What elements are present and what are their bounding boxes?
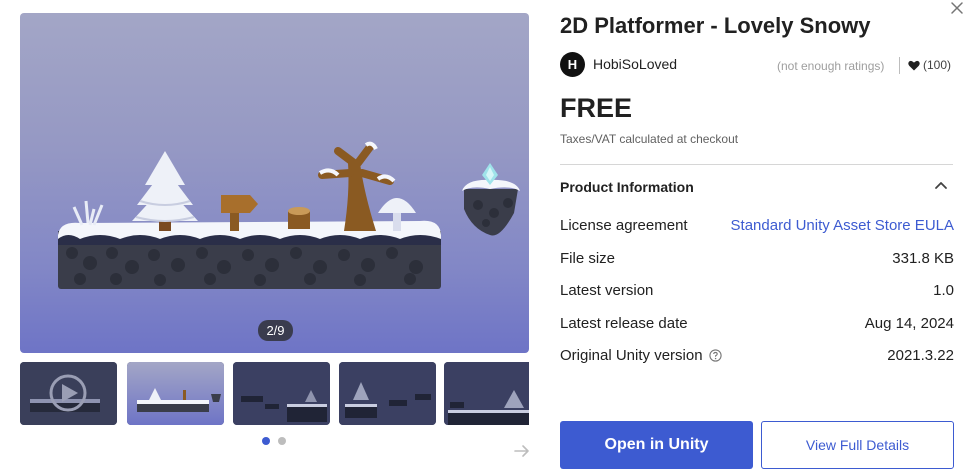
favorites-count[interactable]: (100) [908, 58, 951, 72]
info-row-latest-version: Latest version 1.0 [560, 282, 954, 302]
info-key: Original Unity version [560, 347, 703, 364]
arrow-right-icon[interactable] [513, 442, 531, 460]
thumbnail-screenshot-5[interactable] [444, 362, 529, 425]
image-counter: 2/9 [258, 320, 293, 341]
open-in-unity-button[interactable]: Open in Unity [560, 421, 753, 469]
info-row-license: License agreement Standard Unity Asset S… [560, 217, 954, 237]
favorites-label: (100) [923, 58, 952, 72]
rating-divider [899, 57, 900, 74]
info-value: 2021.3.22 [887, 347, 954, 364]
info-key: File size [560, 250, 616, 267]
license-link[interactable]: Standard Unity Asset Store EULA [731, 217, 954, 234]
help-circle-icon[interactable] [708, 349, 722, 362]
tax-note: Taxes/VAT calculated at checkout [560, 132, 739, 146]
info-value: 1.0 [933, 282, 954, 299]
thumbnail-screenshot-4[interactable] [339, 362, 436, 425]
thumbnail-screenshot-2[interactable] [127, 362, 224, 425]
info-row-file-size: File size 331.8 KB [560, 250, 954, 270]
heart-icon [908, 60, 920, 70]
page-dot-2[interactable] [278, 437, 286, 445]
thumbnail-strip[interactable] [20, 362, 529, 425]
page-dot-1[interactable] [262, 437, 270, 445]
info-key: Latest version [560, 282, 654, 299]
product-info-heading[interactable]: Product Information [560, 179, 694, 195]
price-label: FREE [560, 93, 633, 123]
close-icon[interactable] [949, 0, 965, 16]
product-title: 2D Platformer - Lovely Snowy [560, 13, 871, 38]
main-preview-image[interactable]: 2/9 [20, 13, 529, 353]
chevron-up-icon[interactable] [934, 180, 948, 190]
info-value: Aug 14, 2024 [864, 315, 954, 332]
ratings-text: (not enough ratings) [777, 59, 885, 73]
view-full-details-button[interactable]: View Full Details [761, 421, 954, 469]
info-key: License agreement [560, 217, 688, 234]
thumbnail-video[interactable] [20, 362, 117, 425]
info-row-unity-version: Original Unity version 2021.3.22 [560, 347, 954, 367]
thumbnail-screenshot-3[interactable] [233, 362, 330, 425]
gallery-pagination [262, 437, 286, 445]
info-key: Latest release date [560, 315, 688, 332]
publisher-name[interactable]: HobiSoLoved [593, 56, 677, 72]
info-value: 331.8 KB [892, 250, 954, 267]
info-row-release-date: Latest release date Aug 14, 2024 [560, 315, 954, 335]
publisher-avatar[interactable]: H [560, 52, 585, 77]
section-divider [560, 164, 953, 165]
info-key-with-help: Original Unity version [560, 347, 722, 364]
snowy-level-artwork [58, 141, 520, 289]
